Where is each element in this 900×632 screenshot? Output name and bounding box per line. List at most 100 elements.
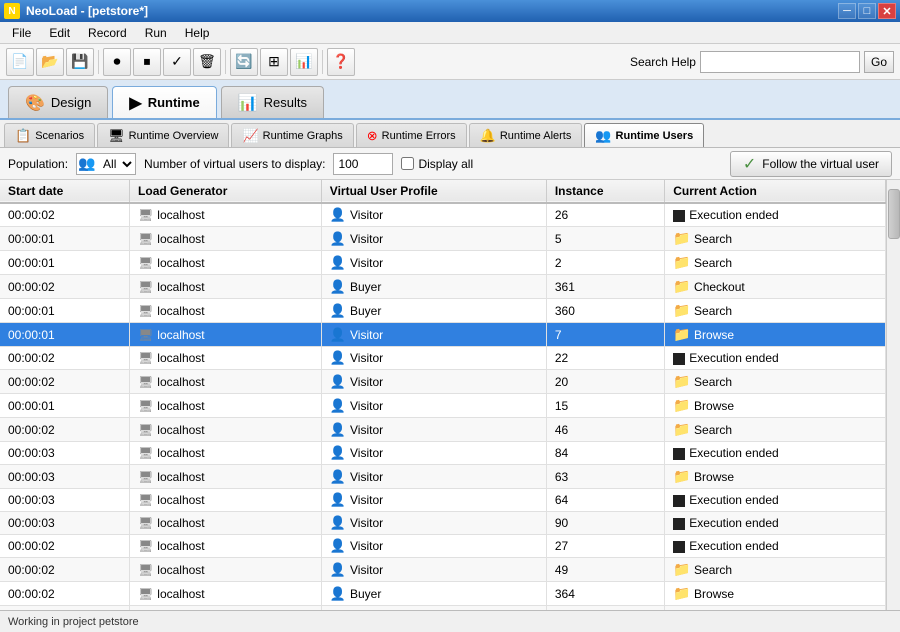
close-button[interactable]: ✕ xyxy=(878,3,896,19)
chart-button[interactable]: 📊 xyxy=(290,48,318,76)
cell-start-date: 00:00:01 xyxy=(0,323,130,347)
folder-icon: 📁 xyxy=(673,302,690,318)
population-icon: 👥 xyxy=(77,154,97,174)
table-row[interactable]: 00:00:02🖥 localhost👤 Visitor20📁 Search xyxy=(0,370,886,394)
server-icon: 🖥 xyxy=(138,304,153,318)
cell-load-gen: 🖥 localhost xyxy=(130,394,322,418)
table-row[interactable]: 00:00:03🖥 localhost👤 Visitor84Execution … xyxy=(0,442,886,465)
menu-record[interactable]: Record xyxy=(80,24,135,42)
menu-help[interactable]: Help xyxy=(177,24,218,42)
title-bar-controls[interactable]: ─ □ ✕ xyxy=(838,3,896,19)
table-row[interactable]: 00:00:01🖥 localhost👤 Visitor15📁 Browse xyxy=(0,394,886,418)
num-users-input[interactable] xyxy=(333,153,393,175)
minimize-button[interactable]: ─ xyxy=(838,3,856,19)
cell-action: Execution ended xyxy=(665,347,886,370)
server-icon: 🖥 xyxy=(138,563,153,577)
cell-start-date: 00:00:02 xyxy=(0,558,130,582)
cell-profile: 👤 Visitor xyxy=(321,251,546,275)
population-selector[interactable]: 👥 All xyxy=(76,153,136,175)
server-icon: 🖥 xyxy=(138,351,153,365)
cell-load-gen: 🖥 localhost xyxy=(130,227,322,251)
runtime-errors-icon: ⊗ xyxy=(367,128,378,144)
cell-load-gen: 🖥 localhost xyxy=(130,323,322,347)
stop-icon xyxy=(673,541,685,553)
controls-bar: Population: 👥 All Number of virtual user… xyxy=(0,148,900,180)
table-row[interactable]: 00:00:02🖥 localhost👤 Visitor27Execution … xyxy=(0,535,886,558)
record-button[interactable]: ⏺ xyxy=(103,48,131,76)
cell-profile: 👤 Visitor xyxy=(321,558,546,582)
cell-profile: 👤 Buyer xyxy=(321,582,546,606)
delete-button[interactable]: 🗑 xyxy=(193,48,221,76)
cell-action: 📁 Search xyxy=(665,370,886,394)
cell-start-date: 00:00:01 xyxy=(0,227,130,251)
runtime-graphs-icon: 📈 xyxy=(242,128,258,144)
table-row[interactable]: 00:00:02🖥 localhost👤 Visitor35📁 Search xyxy=(0,606,886,611)
cell-start-date: 00:00:02 xyxy=(0,275,130,299)
menu-edit[interactable]: Edit xyxy=(41,24,78,42)
sub-tab-runtime-overview[interactable]: 🖥 Runtime Overview xyxy=(97,123,229,147)
tab-results[interactable]: 📊 Results xyxy=(221,86,324,118)
server-icon: 🖥 xyxy=(138,470,153,484)
stop-icon xyxy=(673,518,685,530)
stop-button[interactable]: ⏹ xyxy=(133,48,161,76)
toolbar: 📄 📂 💾 ⏺ ⏹ ✓ 🗑 🔄 ⊞ 📊 ❓ Search Help Go xyxy=(0,44,900,80)
server-icon: 🖥 xyxy=(138,587,153,601)
cell-start-date: 00:00:01 xyxy=(0,394,130,418)
users-table: Start date Load Generator Virtual User P… xyxy=(0,180,886,610)
sub-tab-runtime-graphs[interactable]: 📈 Runtime Graphs xyxy=(231,123,353,147)
cell-load-gen: 🖥 localhost xyxy=(130,203,322,227)
scenarios-icon: 📋 xyxy=(15,128,31,144)
cell-load-gen: 🖥 localhost xyxy=(130,489,322,512)
cell-instance: 35 xyxy=(546,606,664,611)
table-row[interactable]: 00:00:02🖥 localhost👤 Visitor22Execution … xyxy=(0,347,886,370)
open-button[interactable]: 📂 xyxy=(36,48,64,76)
results-icon: 📊 xyxy=(238,93,258,113)
display-all-checkbox[interactable] xyxy=(401,157,414,170)
table-row[interactable]: 00:00:02🖥 localhost👤 Buyer361📁 Checkout xyxy=(0,275,886,299)
sub-tab-runtime-errors[interactable]: ⊗ Runtime Errors xyxy=(356,123,467,147)
save-button[interactable]: 💾 xyxy=(66,48,94,76)
cell-profile: 👤 Visitor xyxy=(321,394,546,418)
runtime-users-icon: 👥 xyxy=(595,128,611,144)
table-row[interactable]: 00:00:01🖥 localhost👤 Visitor2📁 Search xyxy=(0,251,886,275)
table-row[interactable]: 00:00:01🖥 localhost👤 Buyer360📁 Search xyxy=(0,299,886,323)
tab-runtime[interactable]: ▶ Runtime xyxy=(112,86,216,118)
toolbar-separator-3 xyxy=(322,50,323,74)
menu-file[interactable]: File xyxy=(4,24,39,42)
table-row[interactable]: 00:00:01🖥 localhost👤 Visitor5📁 Search xyxy=(0,227,886,251)
table-row[interactable]: 00:00:01🖥 localhost👤 Visitor7📁 Browse xyxy=(0,323,886,347)
sub-tab-scenarios[interactable]: 📋 Scenarios xyxy=(4,123,95,147)
cell-load-gen: 🖥 localhost xyxy=(130,275,322,299)
population-select[interactable]: All xyxy=(97,154,135,174)
cell-instance: 26 xyxy=(546,203,664,227)
maximize-button[interactable]: □ xyxy=(858,3,876,19)
check-button[interactable]: ✓ xyxy=(163,48,191,76)
status-bar: Working in project petstore xyxy=(0,610,900,632)
tab-design[interactable]: 🎨 Design xyxy=(8,86,108,118)
sync-button[interactable]: 🔄 xyxy=(230,48,258,76)
table-row[interactable]: 00:00:03🖥 localhost👤 Visitor90Execution … xyxy=(0,512,886,535)
display-all-label[interactable]: Display all xyxy=(401,157,473,171)
table-row[interactable]: 00:00:02🖥 localhost👤 Visitor49📁 Search xyxy=(0,558,886,582)
virtual-user-icon: 👤 xyxy=(330,586,346,602)
table-row[interactable]: 00:00:03🖥 localhost👤 Visitor64Execution … xyxy=(0,489,886,512)
table-row[interactable]: 00:00:02🖥 localhost👤 Buyer364📁 Browse xyxy=(0,582,886,606)
sub-tab-runtime-alerts[interactable]: 🔔 Runtime Alerts xyxy=(469,123,583,147)
follow-virtual-user-button[interactable]: ✓ Follow the virtual user xyxy=(730,151,892,177)
grid-button[interactable]: ⊞ xyxy=(260,48,288,76)
scrollbar-thumb[interactable] xyxy=(888,189,900,239)
help-button[interactable]: ❓ xyxy=(327,48,355,76)
search-help-input[interactable] xyxy=(700,51,860,73)
sub-tab-runtime-users[interactable]: 👥 Runtime Users xyxy=(584,123,704,147)
cell-profile: 👤 Visitor xyxy=(321,370,546,394)
table-row[interactable]: 00:00:02🖥 localhost👤 Visitor46📁 Search xyxy=(0,418,886,442)
cell-action: 📁 Search xyxy=(665,606,886,611)
table-scroll-area[interactable]: Start date Load Generator Virtual User P… xyxy=(0,180,900,610)
new-button[interactable]: 📄 xyxy=(6,48,34,76)
menu-run[interactable]: Run xyxy=(137,24,175,42)
cell-instance: 22 xyxy=(546,347,664,370)
table-row[interactable]: 00:00:02🖥 localhost👤 Visitor26Execution … xyxy=(0,203,886,227)
cell-action: 📁 Search xyxy=(665,251,886,275)
table-row[interactable]: 00:00:03🖥 localhost👤 Visitor63📁 Browse xyxy=(0,465,886,489)
go-button[interactable]: Go xyxy=(864,51,894,73)
